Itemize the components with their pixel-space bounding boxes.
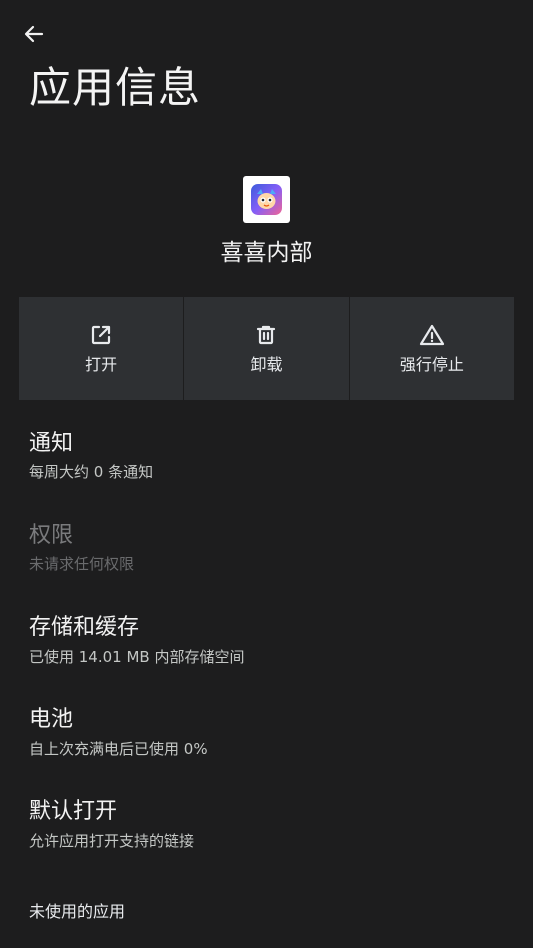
open-button[interactable]: 打开 xyxy=(19,297,184,400)
storage-item[interactable]: 存储和缓存 已使用 14.01 MB 内部存储空间 xyxy=(0,584,533,676)
battery-item[interactable]: 电池 自上次充满电后已使用 0% xyxy=(0,676,533,768)
storage-title: 存储和缓存 xyxy=(29,615,140,640)
open-by-default-title: 默认打开 xyxy=(29,799,118,824)
permissions-summary: 未请求任何权限 xyxy=(29,555,135,573)
open-by-default-item[interactable]: 默认打开 允许应用打开支持的链接 xyxy=(0,768,533,860)
notifications-item[interactable]: 通知 每周大约 0 条通知 xyxy=(0,400,533,492)
battery-title: 电池 xyxy=(29,707,74,732)
storage-summary: 已使用 14.01 MB 内部存储空间 xyxy=(29,648,245,666)
notifications-summary: 每周大约 0 条通知 xyxy=(29,463,154,481)
open-by-default-summary: 允许应用打开支持的链接 xyxy=(29,832,195,850)
action-bar: 打开 卸载 强行停止 xyxy=(19,297,514,400)
open-external-icon xyxy=(88,322,114,348)
notifications-title: 通知 xyxy=(29,431,74,456)
force-stop-button[interactable]: 强行停止 xyxy=(349,297,514,400)
permissions-title: 权限 xyxy=(29,523,74,548)
warning-icon xyxy=(419,322,445,348)
open-label: 打开 xyxy=(85,355,118,374)
app-icon xyxy=(243,176,290,223)
trash-icon xyxy=(253,322,279,348)
uninstall-label: 卸载 xyxy=(250,355,283,374)
uninstall-button[interactable]: 卸载 xyxy=(184,297,349,400)
page-title: 应用信息 xyxy=(29,63,202,112)
battery-summary: 自上次充满电后已使用 0% xyxy=(29,740,208,758)
arrow-left-icon xyxy=(24,25,44,43)
unused-apps-item[interactable]: 未使用的应用 xyxy=(29,900,125,924)
permissions-item[interactable]: 权限 未请求任何权限 xyxy=(0,492,533,584)
app-name: 喜喜内部 xyxy=(220,240,313,266)
back-button[interactable] xyxy=(14,14,54,54)
force-stop-label: 强行停止 xyxy=(399,355,464,374)
